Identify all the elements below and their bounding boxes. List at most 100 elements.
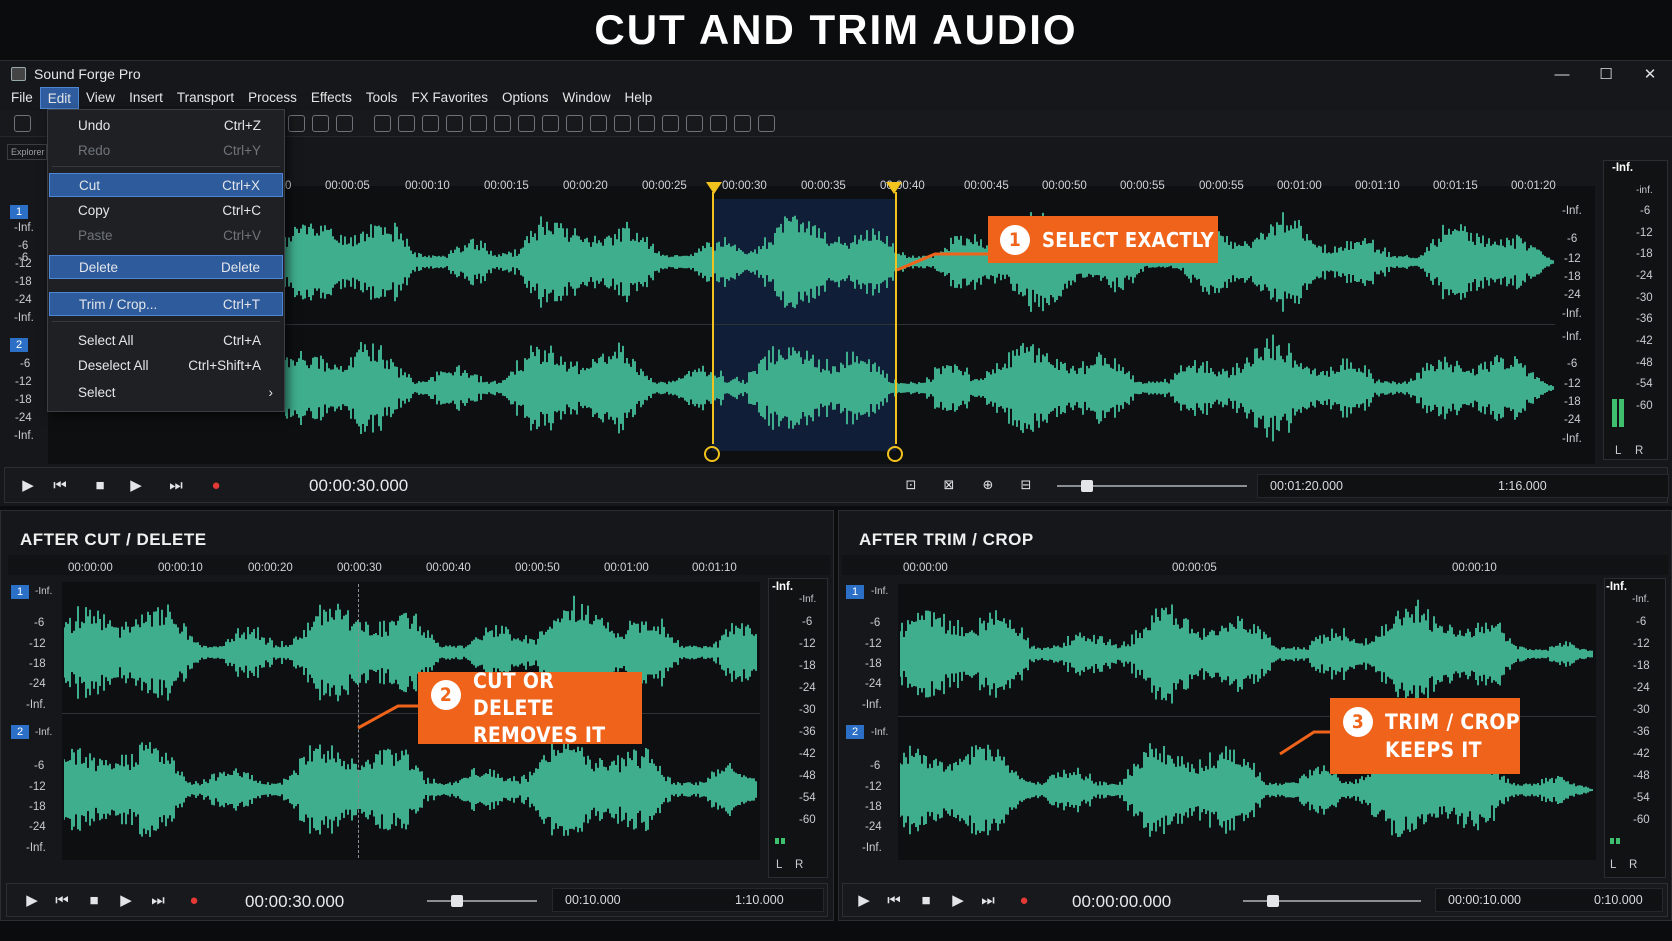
- menu-fx-favorites[interactable]: FX Favorites: [404, 87, 495, 109]
- menu-item-delete[interactable]: Delete Delete: [49, 255, 283, 279]
- start-marker-flag[interactable]: [706, 182, 722, 194]
- channel-2-badge[interactable]: 2: [10, 338, 28, 352]
- save-icon[interactable]: [288, 115, 305, 132]
- menu-tools[interactable]: Tools: [359, 87, 405, 109]
- menu-item-redo[interactable]: Redo Ctrl+Y: [49, 138, 283, 162]
- menu-file[interactable]: File: [4, 87, 40, 109]
- render-icon[interactable]: [336, 115, 353, 132]
- start-marker-line[interactable]: [712, 192, 714, 444]
- redo-tool-icon[interactable]: [494, 115, 511, 132]
- record-icon[interactable]: ●: [1013, 889, 1035, 911]
- scale-label: -Inf.: [862, 842, 882, 854]
- callout-cut-or-delete: 2 CUT OR DELETE REMOVES IT: [418, 669, 642, 747]
- menu-item-copy[interactable]: Copy Ctrl+C: [49, 198, 283, 222]
- channel-1-badge[interactable]: 1: [10, 205, 28, 219]
- main-transport-bar: ▶ ⏮ ■ ▶ ⏭ ● 00:00:30.000 ⊡ ⊠ ⊕ ⊟ 00:01:2…: [4, 467, 1669, 503]
- play-icon[interactable]: ▶: [115, 889, 137, 911]
- stop-icon[interactable]: ■: [915, 889, 937, 911]
- play-icon[interactable]: ▶: [17, 474, 39, 496]
- menu-item-paste[interactable]: Paste Ctrl+V: [49, 223, 283, 247]
- menu-item-select-all[interactable]: Select All Ctrl+A: [49, 328, 283, 352]
- scale-label: -6: [34, 760, 45, 772]
- menu-effects[interactable]: Effects: [304, 87, 359, 109]
- fade-icon[interactable]: [710, 115, 727, 132]
- play-icon[interactable]: ▶: [947, 889, 969, 911]
- menu-window[interactable]: Window: [556, 87, 618, 109]
- scissors-icon[interactable]: [614, 115, 631, 132]
- loop-icon[interactable]: [758, 115, 775, 132]
- after-trim-zoom-slider[interactable]: [1243, 895, 1421, 907]
- zoom-slider-thumb[interactable]: [1081, 480, 1093, 492]
- menu-item-trim-crop[interactable]: Trim / Crop... Ctrl+T: [49, 292, 283, 316]
- slider-thumb[interactable]: [451, 895, 463, 907]
- menu-item-label: Select: [78, 384, 116, 400]
- normalize-icon[interactable]: [686, 115, 703, 132]
- crop-icon[interactable]: [542, 115, 559, 132]
- menu-item-deselect-all[interactable]: Deselect All Ctrl+Shift+A: [49, 353, 283, 377]
- new-file-icon[interactable]: [14, 115, 31, 132]
- pencil-icon[interactable]: [590, 115, 607, 132]
- play-icon[interactable]: ▶: [125, 474, 147, 496]
- meter-label: -54: [1636, 378, 1653, 390]
- menu-options[interactable]: Options: [495, 87, 556, 109]
- marker-icon[interactable]: [422, 115, 439, 132]
- play-icon[interactable]: ▶: [853, 889, 875, 911]
- zoom-fit-icon[interactable]: ⊡: [900, 474, 922, 496]
- menu-process[interactable]: Process: [241, 87, 304, 109]
- trim-icon[interactable]: [518, 115, 535, 132]
- scale-label: -24: [865, 821, 882, 833]
- skip-end-icon[interactable]: ⏭: [977, 889, 999, 911]
- zoom-in-icon[interactable]: ⊕: [977, 474, 999, 496]
- menu-item-cut[interactable]: Cut Ctrl+X: [49, 173, 283, 197]
- after-trim-ruler[interactable]: 00:00:00 00:00:05 00:00:10: [903, 562, 1603, 580]
- minimize-icon[interactable]: —: [1540, 61, 1584, 87]
- stop-icon[interactable]: ■: [83, 889, 105, 911]
- zoom-selection-icon[interactable]: ⊠: [938, 474, 960, 496]
- end-handle-icon[interactable]: [887, 446, 903, 462]
- menu-item-select[interactable]: Select ›: [49, 380, 283, 404]
- region-icon[interactable]: [446, 115, 463, 132]
- meter-label: -36: [799, 726, 816, 738]
- record-icon[interactable]: ●: [183, 889, 205, 911]
- record-icon[interactable]: ●: [205, 474, 227, 496]
- main-ruler[interactable]: 0 00:00:05 00:00:10 00:00:15 00:00:20 00…: [285, 180, 1595, 198]
- snap-icon[interactable]: [638, 115, 655, 132]
- link-icon[interactable]: [662, 115, 679, 132]
- maximize-icon[interactable]: ☐: [1584, 61, 1628, 87]
- rewind-icon[interactable]: ⏮: [51, 889, 73, 911]
- save-as-icon[interactable]: [312, 115, 329, 132]
- ruler-label: 00:01:15: [1433, 180, 1478, 192]
- explorer-tab[interactable]: Explorer: [7, 144, 47, 160]
- menu-edit[interactable]: Edit: [39, 87, 80, 109]
- mix-icon[interactable]: [566, 115, 583, 132]
- scale-label: -24: [1564, 289, 1581, 301]
- menu-insert[interactable]: Insert: [122, 87, 170, 109]
- slider-thumb[interactable]: [1267, 895, 1279, 907]
- play-icon[interactable]: ▶: [21, 889, 43, 911]
- end-marker-flag[interactable]: [886, 182, 902, 194]
- close-icon[interactable]: ✕: [1628, 61, 1672, 87]
- menu-help[interactable]: Help: [618, 87, 660, 109]
- time-icon[interactable]: [398, 115, 415, 132]
- envelope-icon[interactable]: [734, 115, 751, 132]
- rewind-icon[interactable]: ⏮: [883, 889, 905, 911]
- zoom-out-icon[interactable]: ⊟: [1015, 474, 1037, 496]
- rewind-icon[interactable]: ⏮: [49, 474, 71, 496]
- zoom-slider[interactable]: [1057, 480, 1247, 492]
- start-handle-icon[interactable]: [704, 446, 720, 462]
- end-marker-line[interactable]: [895, 192, 897, 444]
- undo-tool-icon[interactable]: [470, 115, 487, 132]
- menu-item-undo[interactable]: Undo Ctrl+Z: [49, 113, 283, 137]
- scale-label: -18: [29, 658, 46, 670]
- scale-label: -18: [865, 658, 882, 670]
- edit-tool-icon[interactable]: [374, 115, 391, 132]
- menu-transport[interactable]: Transport: [170, 87, 241, 109]
- scale-label: -Inf.: [1562, 433, 1582, 445]
- after-cut-ruler[interactable]: 00:00:00 00:00:10 00:00:20 00:00:30 00:0…: [68, 562, 768, 580]
- skip-end-icon[interactable]: ⏭: [165, 474, 187, 496]
- menu-view[interactable]: View: [79, 87, 122, 109]
- scale-label: -18: [865, 801, 882, 813]
- stop-icon[interactable]: ■: [89, 474, 111, 496]
- after-cut-zoom-slider[interactable]: [427, 895, 537, 907]
- skip-end-icon[interactable]: ⏭: [147, 889, 169, 911]
